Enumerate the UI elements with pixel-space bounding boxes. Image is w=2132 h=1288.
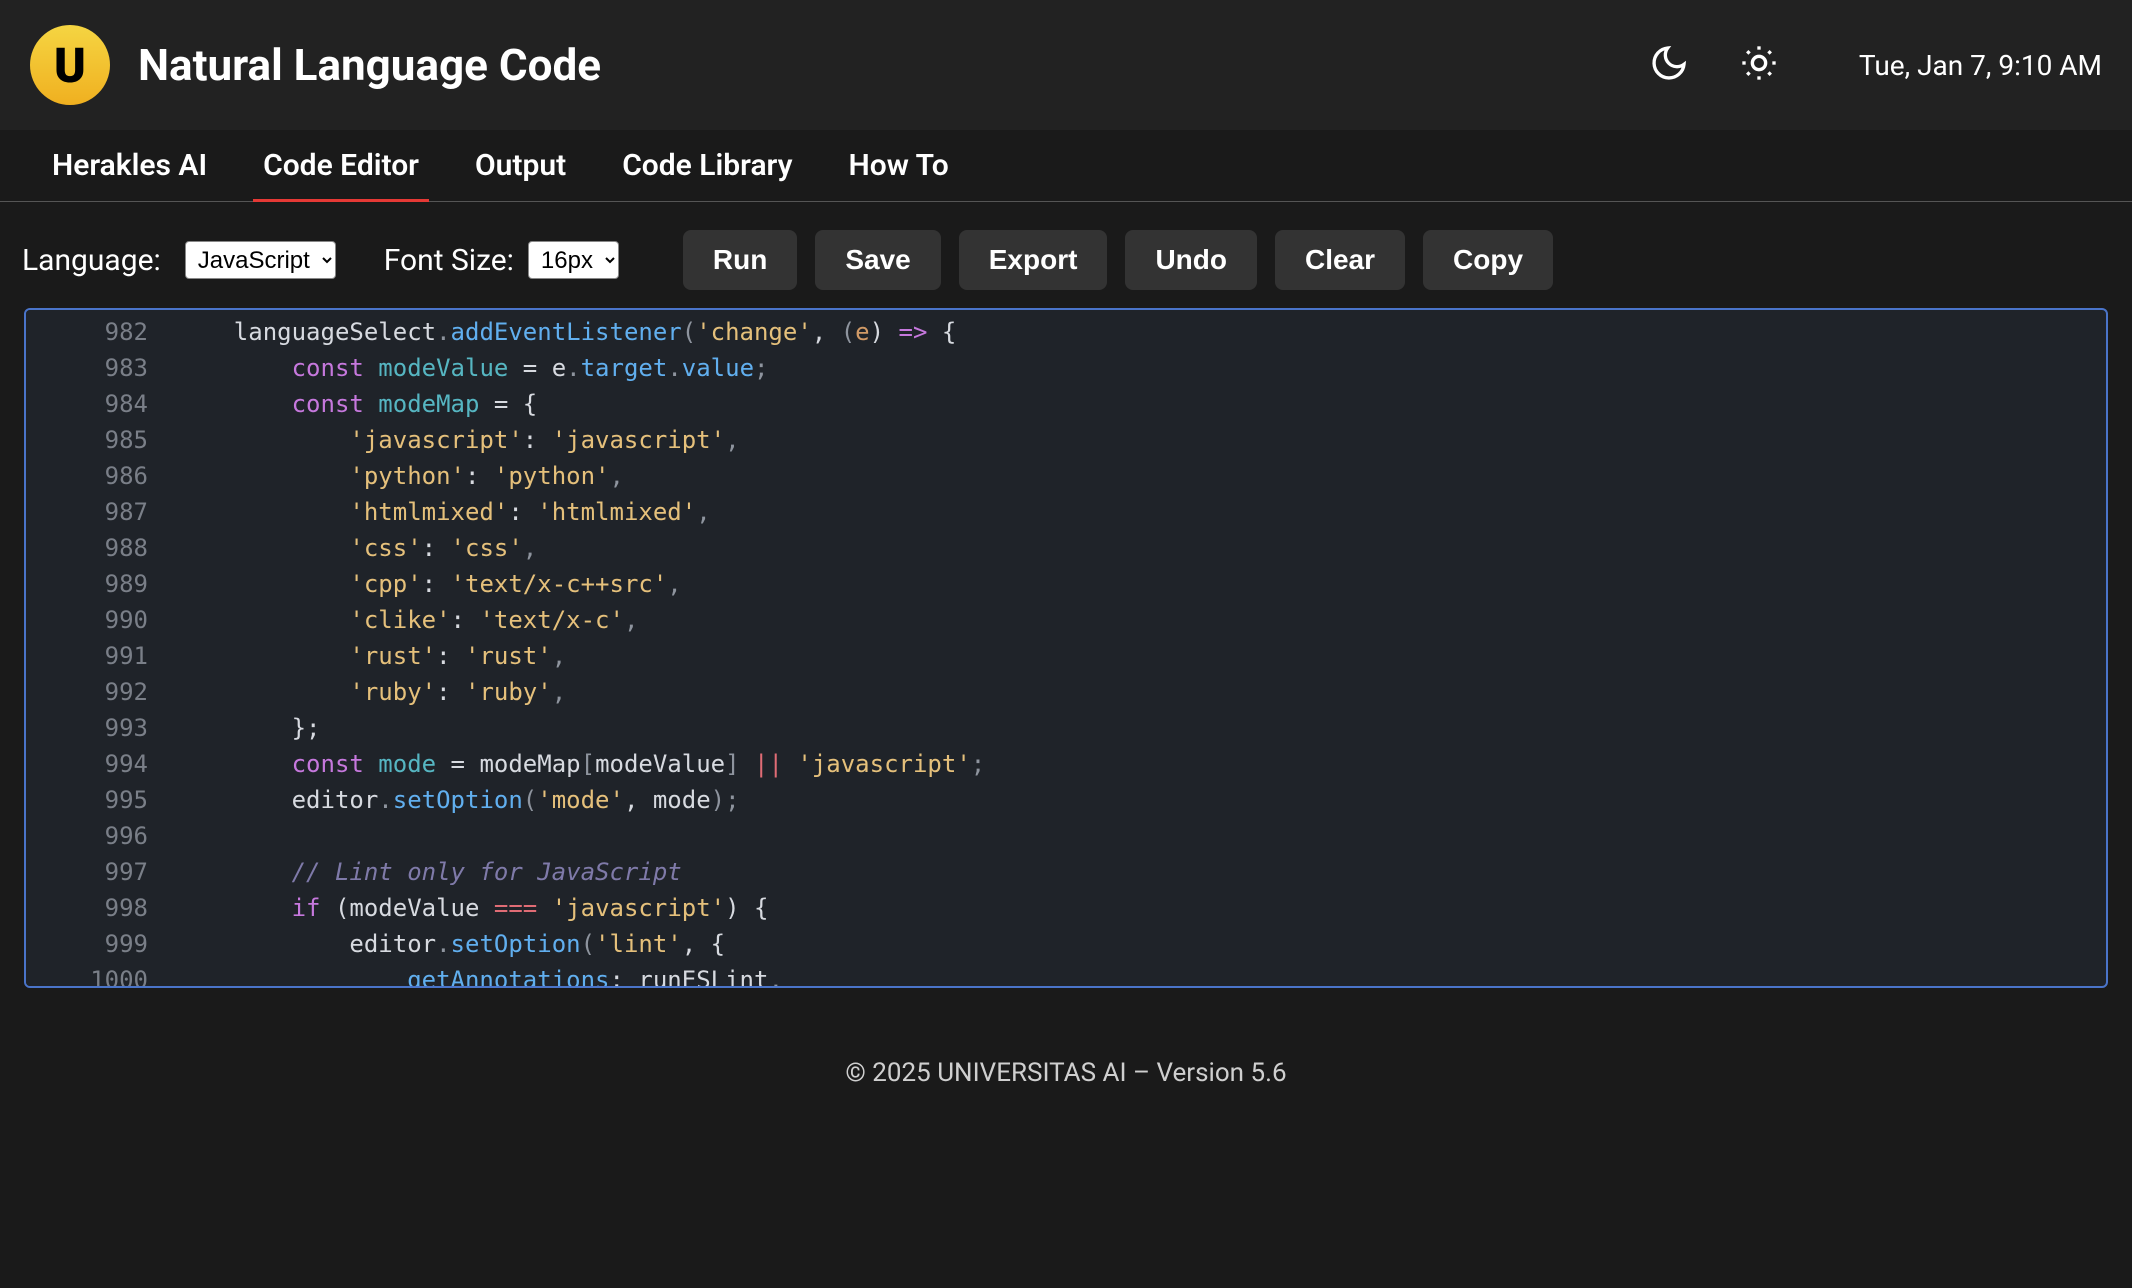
line-number: 1000 bbox=[26, 962, 148, 988]
code-line[interactable]: const mode = modeMap[modeValue] || 'java… bbox=[176, 746, 985, 782]
line-number: 993 bbox=[26, 710, 148, 746]
footer-text: © 2025 UNIVERSITAS AI – Version 5.6 bbox=[0, 1058, 2132, 1088]
line-number: 988 bbox=[26, 530, 148, 566]
code-line[interactable]: 'clike': 'text/x-c', bbox=[176, 602, 985, 638]
code-line[interactable]: languageSelect.addEventListener('change'… bbox=[176, 314, 985, 350]
nav-tabs: Herakles AI Code Editor Output Code Library… bbox=[0, 130, 2132, 202]
line-number: 992 bbox=[26, 674, 148, 710]
tab-library[interactable]: Code Library bbox=[622, 148, 792, 201]
moon-icon[interactable] bbox=[1649, 43, 1689, 87]
fontsize-select[interactable]: 16px bbox=[528, 241, 619, 279]
line-number: 990 bbox=[26, 602, 148, 638]
line-number: 994 bbox=[26, 746, 148, 782]
toolbar-buttons: Run Save Export Undo Clear Copy bbox=[683, 230, 1553, 290]
line-number: 987 bbox=[26, 494, 148, 530]
line-number: 999 bbox=[26, 926, 148, 962]
line-number: 986 bbox=[26, 458, 148, 494]
fontsize-label: Font Size: bbox=[384, 243, 514, 278]
line-number: 996 bbox=[26, 818, 148, 854]
tab-editor[interactable]: Code Editor bbox=[263, 148, 419, 201]
copy-button[interactable]: Copy bbox=[1423, 230, 1553, 290]
header-icons: Tue, Jan 7, 9:10 AM bbox=[1649, 43, 2102, 87]
language-select[interactable]: JavaScript bbox=[185, 241, 336, 279]
code-line[interactable] bbox=[176, 818, 985, 854]
code-line[interactable]: getAnnotations: runESLint, bbox=[176, 962, 985, 986]
clear-button[interactable]: Clear bbox=[1275, 230, 1405, 290]
line-number: 982 bbox=[26, 314, 148, 350]
editor-toolbar: Language: JavaScript Font Size: 16px Run… bbox=[0, 202, 2132, 308]
code-line[interactable]: 'javascript': 'javascript', bbox=[176, 422, 985, 458]
app-header: U Natural Language Code Tue, Jan 7, 9:10… bbox=[0, 0, 2132, 130]
code-line[interactable]: 'rust': 'rust', bbox=[176, 638, 985, 674]
code-line[interactable]: 'cpp': 'text/x-c++src', bbox=[176, 566, 985, 602]
code-line[interactable]: // Lint only for JavaScript bbox=[176, 854, 985, 890]
app-logo-letter: U bbox=[54, 37, 86, 94]
line-number: 991 bbox=[26, 638, 148, 674]
line-number: 997 bbox=[26, 854, 148, 890]
clock-display: Tue, Jan 7, 9:10 AM bbox=[1859, 49, 2102, 82]
code-editor[interactable]: 9829839849859869879889899909919929939949… bbox=[24, 308, 2108, 988]
language-label: Language: bbox=[22, 243, 161, 278]
tab-herakles[interactable]: Herakles AI bbox=[52, 148, 207, 201]
code-line[interactable]: }; bbox=[176, 710, 985, 746]
code-line[interactable]: 'htmlmixed': 'htmlmixed', bbox=[176, 494, 985, 530]
tab-howto[interactable]: How To bbox=[849, 148, 949, 201]
line-number: 984 bbox=[26, 386, 148, 422]
code-line[interactable]: if (modeValue === 'javascript') { bbox=[176, 890, 985, 926]
undo-button[interactable]: Undo bbox=[1125, 230, 1257, 290]
code-line[interactable]: 'python': 'python', bbox=[176, 458, 985, 494]
code-line[interactable]: 'ruby': 'ruby', bbox=[176, 674, 985, 710]
run-button[interactable]: Run bbox=[683, 230, 797, 290]
line-number: 989 bbox=[26, 566, 148, 602]
save-button[interactable]: Save bbox=[815, 230, 940, 290]
code-area[interactable]: languageSelect.addEventListener('change'… bbox=[166, 310, 985, 986]
export-button[interactable]: Export bbox=[959, 230, 1108, 290]
app-title: Natural Language Code bbox=[138, 39, 1649, 91]
code-line[interactable]: const modeMap = { bbox=[176, 386, 985, 422]
code-line[interactable]: const modeValue = e.target.value; bbox=[176, 350, 985, 386]
app-logo: U bbox=[30, 25, 110, 105]
tab-output[interactable]: Output bbox=[475, 148, 566, 201]
code-line[interactable]: 'css': 'css', bbox=[176, 530, 985, 566]
sun-icon[interactable] bbox=[1739, 43, 1779, 87]
line-number: 998 bbox=[26, 890, 148, 926]
code-line[interactable]: editor.setOption('mode', mode); bbox=[176, 782, 985, 818]
line-number: 995 bbox=[26, 782, 148, 818]
line-number-gutter: 9829839849859869879889899909919929939949… bbox=[26, 310, 166, 986]
line-number: 983 bbox=[26, 350, 148, 386]
code-line[interactable]: editor.setOption('lint', { bbox=[176, 926, 985, 962]
line-number: 985 bbox=[26, 422, 148, 458]
